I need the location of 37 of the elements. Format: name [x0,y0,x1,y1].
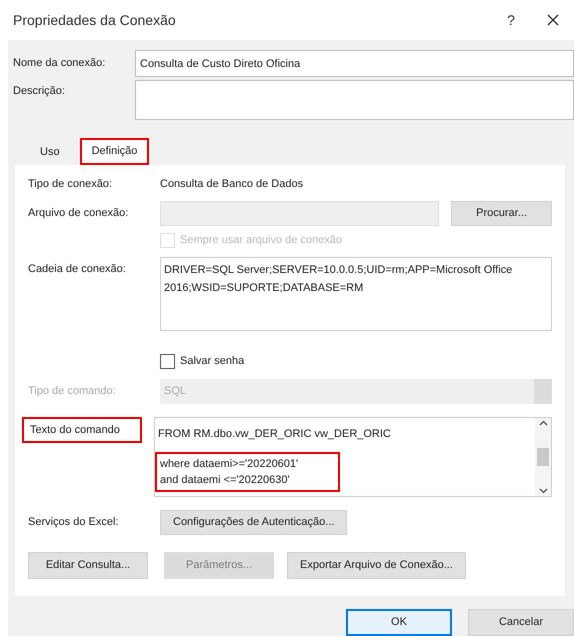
button[interactable]: OK [346,609,452,636]
field-label: Cadeia de conexão: [28,262,127,277]
scrollbar[interactable] [535,418,551,496]
button[interactable]: Editar Consulta... [28,552,148,579]
field-label: Nome da conexão: [12,56,106,72]
button: Parâmetros... [164,552,274,579]
connection-string-field[interactable]: DRIVER=SQL Server;SERVER=10.0.0.5;UID=rm;APP=Microsoft Office 2016;WSID=SUPORTE;DATABASE=RM [160,256,552,331]
scroll-up-icon[interactable] [538,420,548,426]
command-text-field[interactable]: FROM RM.dbo.vw_DER_ORIC vw_DER_ORIC where dataemi>='20220601' and dataemi <='20220630' [154,416,552,497]
field-label: Descrição: [12,84,66,99]
checkbox-label: Sempre usar arquivo de conexão [180,233,342,248]
description-field[interactable] [135,80,574,120]
field-label: Tipo de comando: [28,384,117,399]
scroll-thumb[interactable] [537,448,549,466]
window-title: Propriedades da Conexão [13,10,176,30]
command-type-dropdown: SQL [160,378,552,404]
checkbox-label: Salvar senha [180,354,244,370]
tab[interactable]: Uso [30,140,70,165]
field-label: Tipo de conexão: [28,177,113,192]
close-icon [547,14,559,26]
button[interactable]: Procurar... [451,200,552,226]
command-line: where dataemi>='20220601' [160,456,300,472]
connection-file-field[interactable] [160,200,440,226]
button[interactable]: Exportar Arquivo de Conexão... [287,552,466,579]
tab[interactable]: Definição [80,138,150,165]
command-line: FROM RM.dbo.vw_DER_ORIC vw_DER_ORIC [158,426,392,442]
field-label: Serviços do Excel: [28,514,120,530]
help-button[interactable]: ? [496,5,526,35]
button[interactable]: Configurações de Autenticação... [160,510,348,535]
command-line: and dataemi <='20220630' [160,472,291,488]
field-value: Consulta de Banco de Dados [160,177,304,192]
connection-name-field[interactable]: Consulta de Custo Direto Oficina [135,50,574,77]
scroll-down-icon[interactable] [538,488,548,494]
button[interactable]: Cancelar [468,609,574,636]
field-label: Texto do comando [22,416,142,444]
checkbox[interactable] [160,354,175,370]
field-label: Arquivo de conexão: [28,206,130,221]
